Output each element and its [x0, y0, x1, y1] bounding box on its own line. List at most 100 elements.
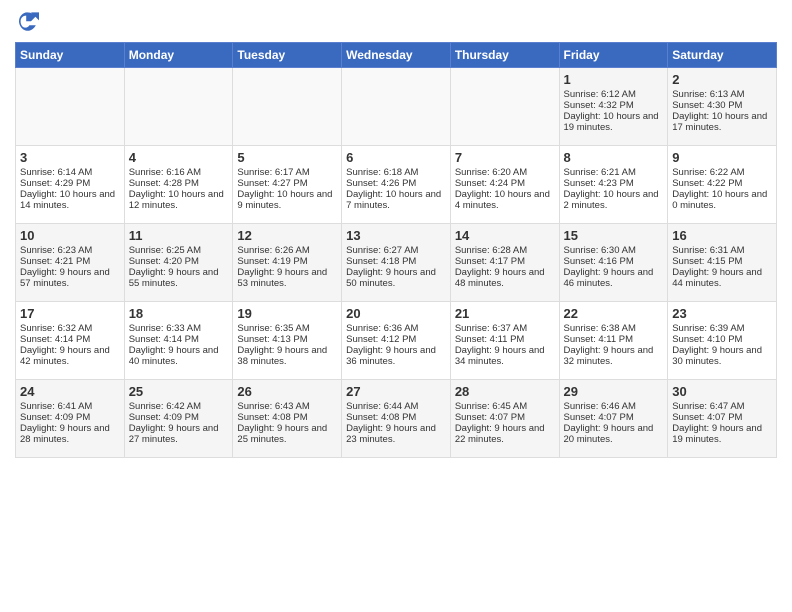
day-info: Sunset: 4:09 PM: [129, 412, 229, 423]
day-info: Daylight: 10 hours and 2 minutes.: [564, 189, 664, 211]
week-row-5: 24Sunrise: 6:41 AMSunset: 4:09 PMDayligh…: [16, 380, 777, 458]
day-info: Sunrise: 6:27 AM: [346, 245, 446, 256]
header-row: SundayMondayTuesdayWednesdayThursdayFrid…: [16, 43, 777, 68]
day-info: Sunrise: 6:46 AM: [564, 401, 664, 412]
calendar-cell: 16Sunrise: 6:31 AMSunset: 4:15 PMDayligh…: [668, 224, 777, 302]
day-number: 18: [129, 306, 229, 321]
day-info: Daylight: 10 hours and 4 minutes.: [455, 189, 555, 211]
calendar-cell: 5Sunrise: 6:17 AMSunset: 4:27 PMDaylight…: [233, 146, 342, 224]
day-info: Daylight: 9 hours and 19 minutes.: [672, 423, 772, 445]
day-info: Daylight: 9 hours and 36 minutes.: [346, 345, 446, 367]
day-info: Sunrise: 6:14 AM: [20, 167, 120, 178]
day-info: Sunrise: 6:45 AM: [455, 401, 555, 412]
day-info: Sunset: 4:07 PM: [672, 412, 772, 423]
day-info: Daylight: 10 hours and 17 minutes.: [672, 111, 772, 133]
day-info: Sunrise: 6:23 AM: [20, 245, 120, 256]
calendar-cell: 26Sunrise: 6:43 AMSunset: 4:08 PMDayligh…: [233, 380, 342, 458]
day-info: Sunrise: 6:47 AM: [672, 401, 772, 412]
day-info: Daylight: 9 hours and 22 minutes.: [455, 423, 555, 445]
day-number: 13: [346, 228, 446, 243]
day-info: Sunset: 4:22 PM: [672, 178, 772, 189]
day-info: Daylight: 9 hours and 25 minutes.: [237, 423, 337, 445]
day-number: 28: [455, 384, 555, 399]
day-number: 6: [346, 150, 446, 165]
day-number: 4: [129, 150, 229, 165]
calendar-cell: 18 Sunrise: 6:33 AMSunset: 4:14 PMDayligh…: [124, 302, 233, 380]
day-number: 19: [237, 306, 337, 321]
calendar-cell: 30Sunrise: 6:47 AMSunset: 4:07 PMDayligh…: [668, 380, 777, 458]
day-info: Daylight: 10 hours and 9 minutes.: [237, 189, 337, 211]
day-info: Daylight: 9 hours and 38 minutes.: [237, 345, 337, 367]
week-row-1: 1Sunrise: 6:12 AMSunset: 4:32 PMDaylight…: [16, 68, 777, 146]
day-info: Sunset: 4:12 PM: [346, 334, 446, 345]
header: [15, 10, 777, 34]
day-info: Sunset: 4:14 PM: [129, 334, 229, 345]
day-info: Daylight: 9 hours and 32 minutes.: [564, 345, 664, 367]
day-info: Sunrise: 6:21 AM: [564, 167, 664, 178]
day-info: Sunset: 4:09 PM: [20, 412, 120, 423]
day-info: Sunset: 4:24 PM: [455, 178, 555, 189]
day-info: Sunrise: 6:16 AM: [129, 167, 229, 178]
calendar-cell: [124, 68, 233, 146]
day-info: Sunset: 4:23 PM: [564, 178, 664, 189]
day-info: Sunset: 4:08 PM: [237, 412, 337, 423]
calendar-table: SundayMondayTuesdayWednesdayThursdayFrid…: [15, 42, 777, 458]
week-row-4: 17Sunrise: 6:32 AMSunset: 4:14 PMDayligh…: [16, 302, 777, 380]
day-info: Daylight: 9 hours and 40 minutes.: [129, 345, 229, 367]
day-info: Daylight: 9 hours and 28 minutes.: [20, 423, 120, 445]
day-number: 24: [20, 384, 120, 399]
day-info: Sunset: 4:17 PM: [455, 256, 555, 267]
day-header-saturday: Saturday: [668, 43, 777, 68]
day-info: Sunrise: 6:28 AM: [455, 245, 555, 256]
day-info: Sunrise: 6:44 AM: [346, 401, 446, 412]
day-info: Sunset: 4:11 PM: [455, 334, 555, 345]
day-info: Sunset: 4:13 PM: [237, 334, 337, 345]
day-info: Sunrise: 6:22 AM: [672, 167, 772, 178]
day-info: Daylight: 9 hours and 42 minutes.: [20, 345, 120, 367]
calendar-cell: 4Sunrise: 6:16 AMSunset: 4:28 PMDaylight…: [124, 146, 233, 224]
day-info: Daylight: 9 hours and 23 minutes.: [346, 423, 446, 445]
calendar-cell: 21Sunrise: 6:37 AMSunset: 4:11 PMDayligh…: [450, 302, 559, 380]
day-header-monday: Monday: [124, 43, 233, 68]
day-number: 23: [672, 306, 772, 321]
day-info: Sunrise: 6:30 AM: [564, 245, 664, 256]
day-info: Sunset: 4:32 PM: [564, 100, 664, 111]
day-number: 15: [564, 228, 664, 243]
day-info: Sunset: 4:30 PM: [672, 100, 772, 111]
day-info: Sunset: 4:19 PM: [237, 256, 337, 267]
day-number: 5: [237, 150, 337, 165]
calendar-cell: 27Sunrise: 6:44 AMSunset: 4:08 PMDayligh…: [342, 380, 451, 458]
calendar-cell: 11Sunrise: 6:25 AMSunset: 4:20 PMDayligh…: [124, 224, 233, 302]
day-info: Sunset: 4:20 PM: [129, 256, 229, 267]
day-info: Sunrise: 6:33 AM: [129, 323, 229, 334]
logo-icon: [15, 10, 39, 34]
day-number: 20: [346, 306, 446, 321]
day-info: Sunset: 4:10 PM: [672, 334, 772, 345]
day-info: Sunset: 4:16 PM: [564, 256, 664, 267]
calendar-cell: 13Sunrise: 6:27 AMSunset: 4:18 PMDayligh…: [342, 224, 451, 302]
day-info: Daylight: 10 hours and 12 minutes.: [129, 189, 229, 211]
day-number: 1: [564, 72, 664, 87]
calendar-cell: 25Sunrise: 6:42 AMSunset: 4:09 PMDayligh…: [124, 380, 233, 458]
day-info: Sunrise: 6:38 AM: [564, 323, 664, 334]
day-number: 2: [672, 72, 772, 87]
day-info: Daylight: 9 hours and 30 minutes.: [672, 345, 772, 367]
day-info: Sunset: 4:07 PM: [455, 412, 555, 423]
day-header-thursday: Thursday: [450, 43, 559, 68]
day-info: Sunrise: 6:32 AM: [20, 323, 120, 334]
day-info: Sunrise: 6:31 AM: [672, 245, 772, 256]
week-row-2: 3Sunrise: 6:14 AMSunset: 4:29 PMDaylight…: [16, 146, 777, 224]
day-info: Sunrise: 6:25 AM: [129, 245, 229, 256]
day-number: 17: [20, 306, 120, 321]
day-info: Sunrise: 6:17 AM: [237, 167, 337, 178]
day-info: Daylight: 9 hours and 27 minutes.: [129, 423, 229, 445]
calendar-cell: 22Sunrise: 6:38 AMSunset: 4:11 PMDayligh…: [559, 302, 668, 380]
page-container: SundayMondayTuesdayWednesdayThursdayFrid…: [0, 0, 792, 463]
day-info: Daylight: 9 hours and 50 minutes.: [346, 267, 446, 289]
day-info: Sunset: 4:08 PM: [346, 412, 446, 423]
day-header-sunday: Sunday: [16, 43, 125, 68]
day-info: Daylight: 9 hours and 53 minutes.: [237, 267, 337, 289]
day-info: Sunrise: 6:20 AM: [455, 167, 555, 178]
day-info: Daylight: 9 hours and 34 minutes.: [455, 345, 555, 367]
calendar-cell: [342, 68, 451, 146]
